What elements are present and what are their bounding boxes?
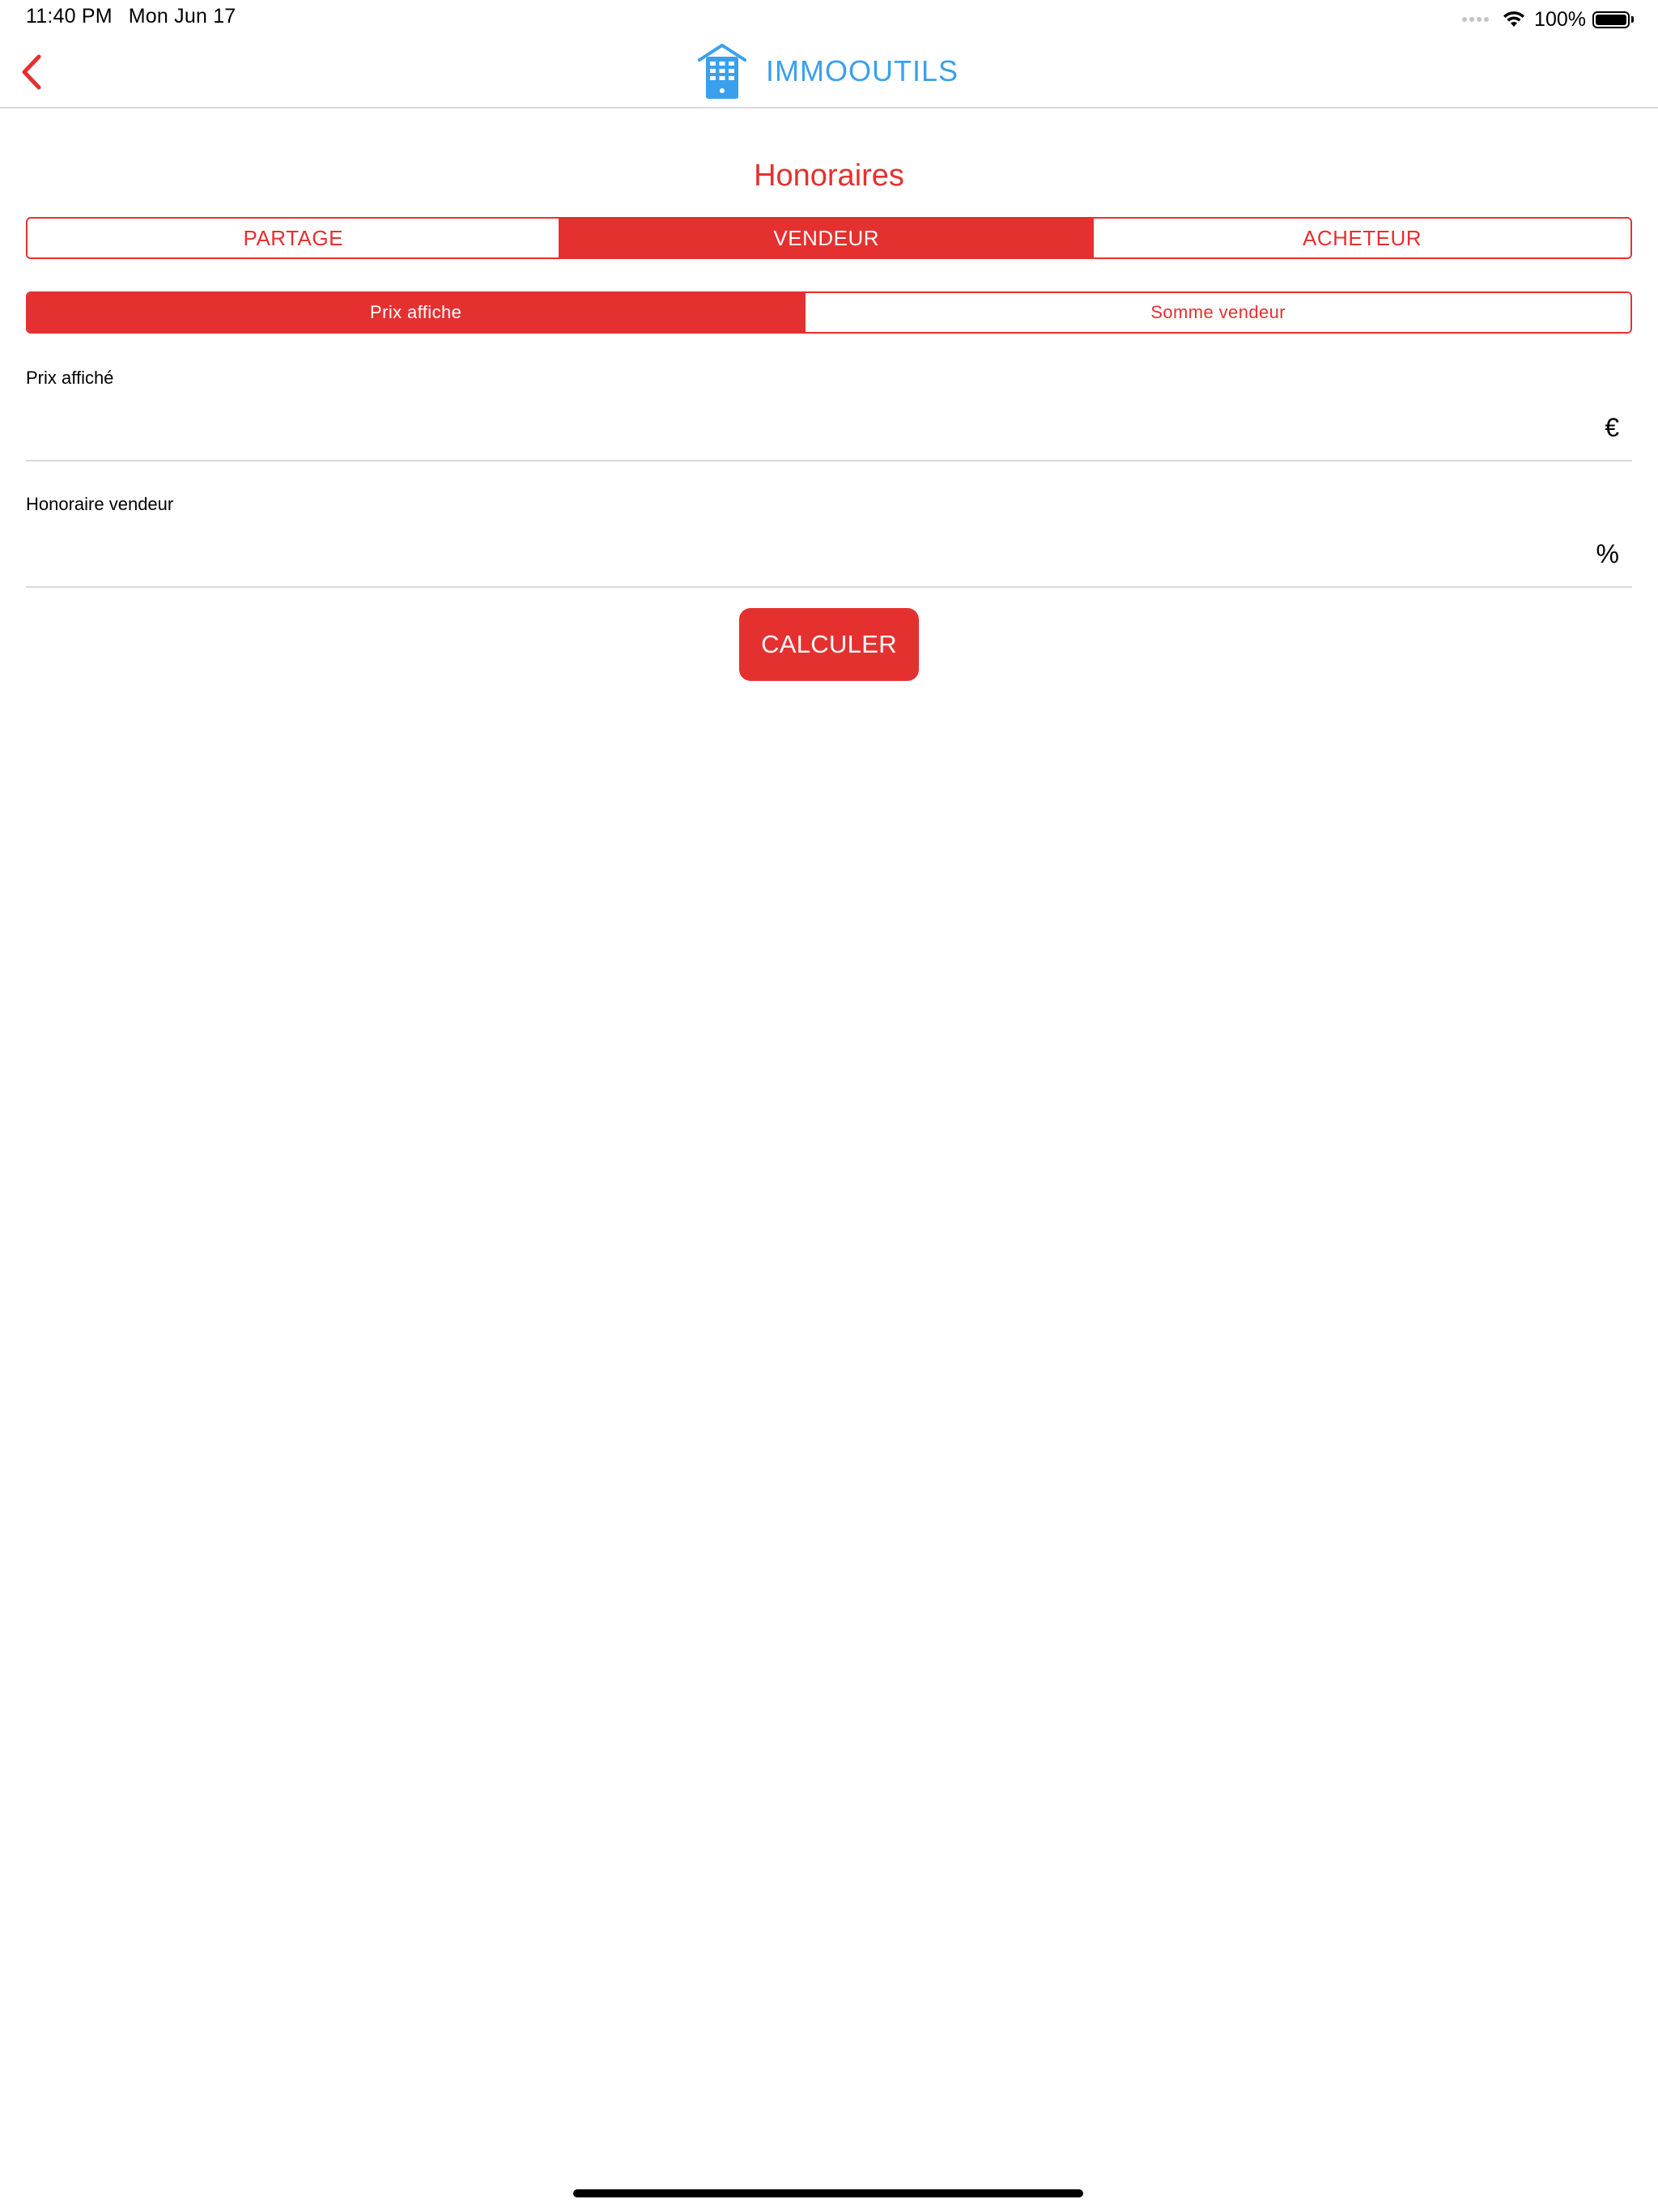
- wifi-icon: [1503, 11, 1525, 27]
- status-bar: 11:40 PM Mon Jun 17 100%: [0, 0, 1658, 36]
- tab-prix-affiche[interactable]: Prix affiche: [28, 293, 805, 332]
- prix-affiche-field: Prix affiché €: [26, 355, 1632, 462]
- tab-somme-vendeur[interactable]: Somme vendeur: [804, 293, 1630, 332]
- sub-tabs: Prix affiche Somme vendeur: [26, 291, 1632, 334]
- chevron-left-icon: [22, 54, 41, 90]
- honoraire-vendeur-field: Honoraire vendeur %: [26, 481, 1632, 588]
- calculer-button[interactable]: CALCULER: [739, 608, 919, 681]
- prix-affiche-input[interactable]: [26, 405, 1584, 455]
- status-time: 11:40 PM: [26, 5, 113, 28]
- status-date: Mon Jun 17: [128, 5, 236, 28]
- status-indicators: 100%: [1462, 5, 1634, 34]
- percent-unit: %: [1596, 539, 1619, 568]
- brand-name: IMMOOUTILS: [766, 54, 959, 87]
- nav-bar: IMMOOUTILS: [0, 36, 1658, 108]
- tab-acheteur[interactable]: ACHETEUR: [1091, 219, 1630, 257]
- status-time-date: 11:40 PM Mon Jun 17: [26, 5, 236, 28]
- battery-percent: 100%: [1534, 7, 1586, 31]
- building-logo-icon: [698, 44, 746, 99]
- honoraire-vendeur-label: Honoraire vendeur: [26, 494, 174, 514]
- prix-affiche-label: Prix affiché: [26, 368, 114, 388]
- tab-partage[interactable]: PARTAGE: [28, 219, 559, 257]
- brand: IMMOOUTILS: [696, 39, 959, 104]
- signal-icon: [1462, 17, 1490, 22]
- tab-vendeur[interactable]: VENDEUR: [559, 219, 1092, 257]
- main-tabs: PARTAGE VENDEUR ACHETEUR: [26, 217, 1632, 259]
- euro-unit: €: [1605, 413, 1619, 442]
- home-indicator[interactable]: [573, 2189, 1083, 2197]
- back-button[interactable]: [11, 50, 52, 94]
- honoraire-vendeur-input[interactable]: [26, 531, 1584, 581]
- battery-icon: [1592, 11, 1634, 28]
- page-title: Honoraires: [754, 159, 904, 193]
- screen: 11:40 PM Mon Jun 17 100% IMMOOUTILS Hono…: [0, 0, 1658, 2212]
